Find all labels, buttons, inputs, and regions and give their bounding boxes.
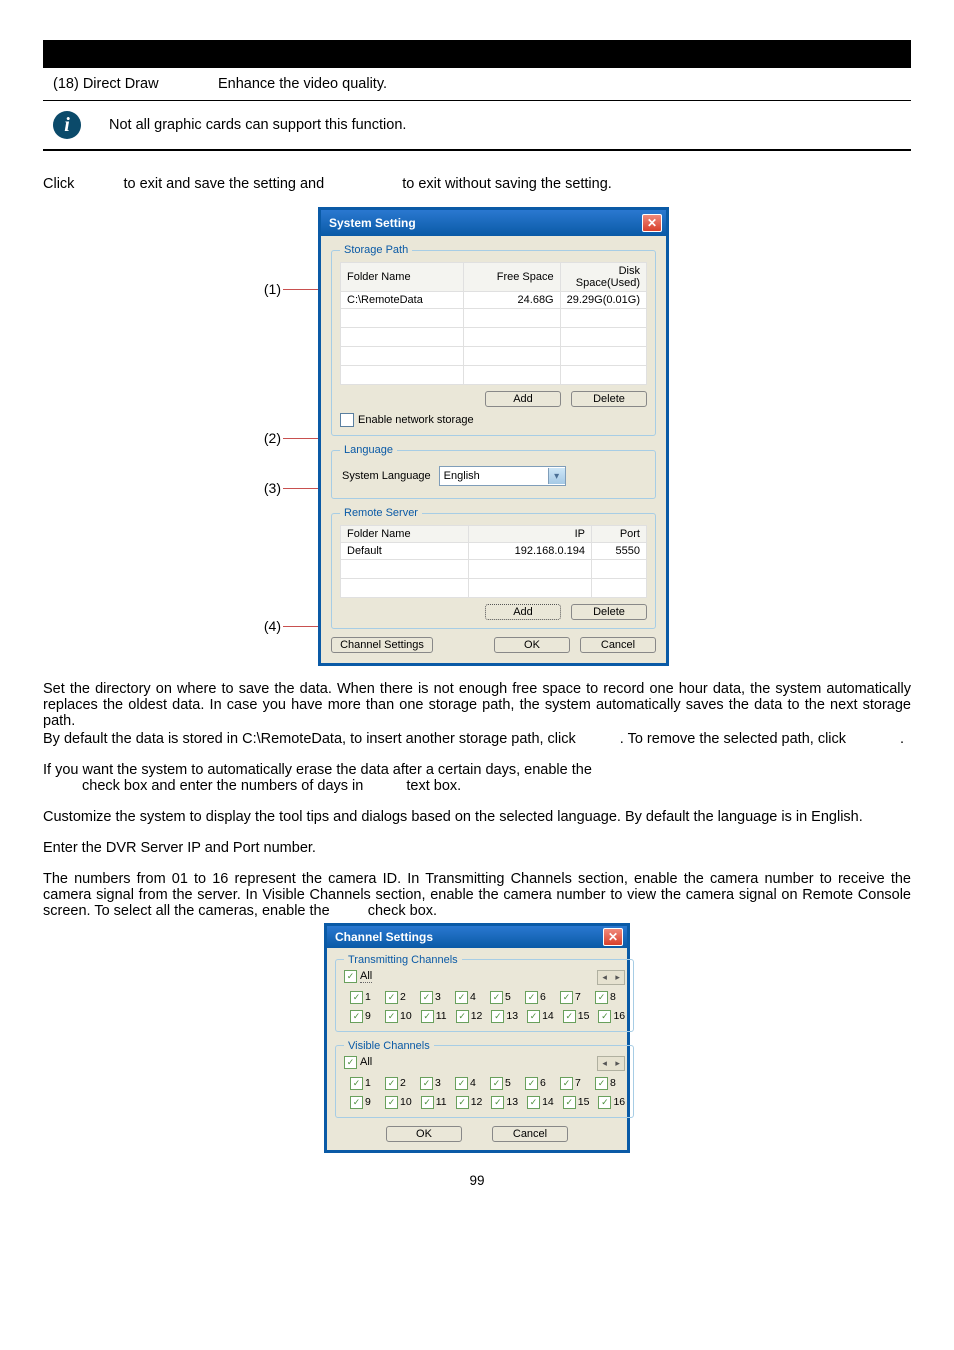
language-label: System Language <box>342 470 431 482</box>
trans-ch-checkbox[interactable]: ✓ <box>385 991 398 1004</box>
channel-dialog-title: Channel Settings <box>335 930 433 944</box>
trans-ch-checkbox[interactable]: ✓ <box>350 1010 363 1023</box>
trans-ch-checkbox[interactable]: ✓ <box>598 1010 611 1023</box>
para-language: Customize the system to display the tool… <box>43 809 911 825</box>
language-select[interactable]: English ▾ <box>439 466 566 486</box>
chevron-down-icon: ▾ <box>548 468 565 484</box>
language-legend: Language <box>340 444 397 456</box>
close-icon[interactable]: ✕ <box>642 214 662 232</box>
para-storage-1: Set the directory on where to save the d… <box>43 681 911 729</box>
trans-ch-checkbox[interactable]: ✓ <box>595 991 608 1004</box>
callout-2: (2) <box>264 430 281 446</box>
remote-legend: Remote Server <box>340 507 422 519</box>
trans-row-1: ✓1 ✓2 ✓3 ✓4 ✓5 ✓6 ✓7 ✓8 <box>350 991 625 1004</box>
vis-legend: Visible Channels <box>344 1040 434 1052</box>
item-18-label: (18) Direct Draw <box>53 76 218 92</box>
callout-1: (1) <box>264 281 281 297</box>
chevron-right-icon[interactable]: ▸ <box>611 971 624 984</box>
trans-ch-checkbox[interactable]: ✓ <box>456 1010 469 1023</box>
chevron-right-icon[interactable]: ▸ <box>611 1057 624 1070</box>
remote-delete-button[interactable]: Delete <box>571 604 647 620</box>
item-18-desc: Enhance the video quality. <box>218 76 901 92</box>
vis-ch-checkbox[interactable]: ✓ <box>420 1077 433 1090</box>
trans-row-2: ✓9 ✓10 ✓11 ✓12 ✓13 ✓14 ✓15 ✓16 <box>350 1010 625 1023</box>
storage-legend: Storage Path <box>340 244 412 256</box>
cancel-button[interactable]: Cancel <box>580 637 656 653</box>
ok-button[interactable]: OK <box>494 637 570 653</box>
trans-legend: Transmitting Channels <box>344 954 462 966</box>
vis-scroll[interactable]: ◂ ▸ <box>597 1056 625 1071</box>
page-number: 99 <box>43 1173 911 1188</box>
vis-ch-checkbox[interactable]: ✓ <box>491 1096 504 1109</box>
para-channel: The numbers from 01 to 16 represent the … <box>43 871 911 919</box>
vis-ch-checkbox[interactable]: ✓ <box>385 1077 398 1090</box>
exit-instruction: Click to exit and save the setting and t… <box>43 176 911 192</box>
close-icon[interactable]: ✕ <box>603 928 623 946</box>
vis-ch-checkbox[interactable]: ✓ <box>456 1096 469 1109</box>
vis-ch-checkbox[interactable]: ✓ <box>350 1096 363 1109</box>
vis-ch-checkbox[interactable]: ✓ <box>527 1096 540 1109</box>
trans-scroll[interactable]: ◂ ▸ <box>597 970 625 985</box>
note-text: Not all graphic cards can support this f… <box>109 117 406 133</box>
vis-ch-checkbox[interactable]: ✓ <box>595 1077 608 1090</box>
trans-ch-checkbox[interactable]: ✓ <box>455 991 468 1004</box>
trans-ch-checkbox[interactable]: ✓ <box>420 991 433 1004</box>
storage-table: Folder Name Free Space Disk Space(Used) … <box>340 262 647 385</box>
para-storage-3: If you want the system to automatically … <box>43 762 911 794</box>
trans-ch-checkbox[interactable]: ✓ <box>491 1010 504 1023</box>
channel-settings-dialog: Channel Settings ✕ ✓ All ◂ ▸ <box>324 923 630 1153</box>
vis-row-1: ✓1 ✓2 ✓3 ✓4 ✓5 ✓6 ✓7 ✓8 <box>350 1077 625 1090</box>
channel-settings-button[interactable]: Channel Settings <box>331 637 433 653</box>
enable-network-checkbox[interactable] <box>340 413 354 427</box>
callout-3: (3) <box>264 480 281 496</box>
para-remote: Enter the DVR Server IP and Port number. <box>43 840 911 856</box>
para-storage-2: By default the data is stored in C:\Remo… <box>43 731 911 747</box>
vis-ch-checkbox[interactable]: ✓ <box>490 1077 503 1090</box>
system-setting-dialog: System Setting ✕ Storage Path Folder Nam… <box>318 207 669 666</box>
trans-ch-checkbox[interactable]: ✓ <box>350 991 363 1004</box>
trans-ch-checkbox[interactable]: ✓ <box>421 1010 434 1023</box>
trans-ch-checkbox[interactable]: ✓ <box>527 1010 540 1023</box>
vis-ch-checkbox[interactable]: ✓ <box>350 1077 363 1090</box>
vis-ch-checkbox[interactable]: ✓ <box>563 1096 576 1109</box>
vis-row-2: ✓9 ✓10 ✓11 ✓12 ✓13 ✓14 ✓15 ✓16 <box>350 1096 625 1109</box>
remote-table: Folder Name IP Port Default 192.168.0.19… <box>340 525 647 598</box>
trans-ch-checkbox[interactable]: ✓ <box>563 1010 576 1023</box>
callout-4: (4) <box>264 618 281 634</box>
vis-ch-checkbox[interactable]: ✓ <box>455 1077 468 1090</box>
vis-all-checkbox[interactable]: ✓ <box>344 1056 357 1069</box>
remote-add-button[interactable]: Add <box>485 604 561 620</box>
trans-all-checkbox[interactable]: ✓ <box>344 970 357 983</box>
vis-ch-checkbox[interactable]: ✓ <box>385 1096 398 1109</box>
trans-ch-checkbox[interactable]: ✓ <box>385 1010 398 1023</box>
vis-ch-checkbox[interactable]: ✓ <box>560 1077 573 1090</box>
vis-ch-checkbox[interactable]: ✓ <box>525 1077 538 1090</box>
dialog-title: System Setting <box>329 216 416 230</box>
vis-ch-checkbox[interactable]: ✓ <box>421 1096 434 1109</box>
enable-network-label: Enable network storage <box>358 414 474 426</box>
vis-ch-checkbox[interactable]: ✓ <box>598 1096 611 1109</box>
chevron-left-icon[interactable]: ◂ <box>598 1057 611 1070</box>
trans-ch-checkbox[interactable]: ✓ <box>560 991 573 1004</box>
storage-add-button[interactable]: Add <box>485 391 561 407</box>
channel-ok-button[interactable]: OK <box>386 1126 462 1142</box>
storage-delete-button[interactable]: Delete <box>571 391 647 407</box>
trans-ch-checkbox[interactable]: ✓ <box>490 991 503 1004</box>
trans-ch-checkbox[interactable]: ✓ <box>525 991 538 1004</box>
channel-cancel-button[interactable]: Cancel <box>492 1126 568 1142</box>
chevron-left-icon[interactable]: ◂ <box>598 971 611 984</box>
info-icon: i <box>53 111 81 139</box>
